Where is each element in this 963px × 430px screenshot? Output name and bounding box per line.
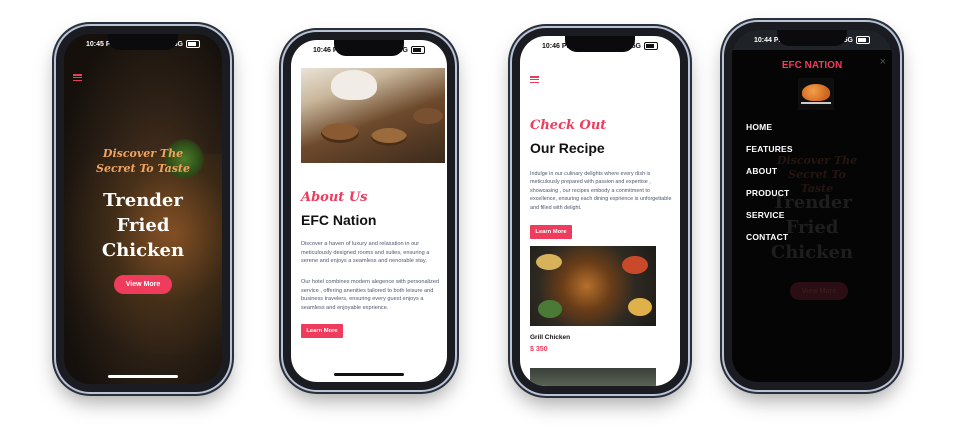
learn-more-button[interactable]: Learn More: [530, 225, 572, 239]
learn-more-button[interactable]: Learn More: [301, 324, 343, 338]
dish-bowl-shape: [536, 254, 562, 270]
phone-home-screen: 10:45 PM 5G Discover The Secret To Taste…: [56, 26, 230, 392]
section-title: EFC Nation: [301, 212, 377, 228]
hero-heading: Trender Fried Chicken: [101, 190, 185, 261]
battery-icon: [186, 40, 200, 48]
menu-item-service[interactable]: SERVICE: [746, 210, 785, 220]
battery-icon: [644, 42, 658, 50]
recipe-screen: 10:46 PM 5G Check Out Our Recipe Indulge…: [520, 36, 680, 386]
menu-item-product[interactable]: PRODUCT: [746, 188, 789, 198]
brand-title: EFC NATION: [781, 60, 843, 71]
section-label: About Us: [301, 190, 368, 205]
plate-shape: [371, 128, 407, 146]
phone-about-screen: 10:46 PM 5G About Us EFC Nation Discover…: [283, 32, 455, 390]
home-screen: 10:45 PM 5G Discover The Secret To Taste…: [64, 34, 222, 384]
hero-tagline: Discover The Secret To Taste: [96, 147, 190, 175]
plate-shape: [413, 108, 443, 124]
section-label: Check Out: [530, 118, 607, 133]
home-indicator: [108, 375, 178, 378]
grill-chicken-image[interactable]: [530, 246, 656, 326]
section-title: Our Recipe: [530, 140, 605, 156]
phone-notch: [565, 36, 635, 52]
recipe-paragraph: Indulge in our culinary delights where e…: [530, 171, 672, 211]
hamburger-menu-icon[interactable]: [73, 74, 82, 82]
plate-line: [801, 102, 831, 104]
dish-bowl-shape: [628, 298, 652, 316]
menu-item-home[interactable]: HOME: [746, 122, 772, 132]
recipe-item-name: Grill Chicken: [530, 334, 571, 341]
next-recipe-image[interactable]: [530, 368, 656, 386]
battery-icon: [856, 36, 870, 44]
phone-notch: [108, 34, 178, 50]
home-indicator: [334, 373, 404, 376]
about-paragraph-2: Our hotel combines modern alegence with …: [301, 279, 440, 311]
hamburger-menu-icon[interactable]: [530, 76, 539, 84]
menu-screen: 10:44 PM 5G Discover The Secret To Taste…: [732, 30, 892, 382]
plate-shape: [321, 123, 359, 143]
phone-menu-screen: 10:44 PM 5G Discover The Secret To Taste…: [724, 22, 900, 390]
recipe-item-price: $ 350: [530, 346, 548, 353]
menu-item-about[interactable]: ABOUT: [746, 166, 777, 176]
close-icon[interactable]: ×: [880, 56, 886, 68]
ghost-view-more-button: View More: [790, 282, 848, 300]
menu-item-features[interactable]: FEATURES: [746, 144, 793, 154]
view-more-button[interactable]: View More: [114, 275, 172, 294]
menu-item-contact[interactable]: CONTACT: [746, 232, 788, 242]
dish-bowl-shape: [622, 256, 648, 274]
roast-chicken-icon: [802, 84, 830, 101]
about-screen: 10:46 PM 5G About Us EFC Nation Discover…: [291, 40, 447, 382]
chef-plating-image: [301, 68, 445, 163]
dish-bowl-shape: [538, 300, 562, 318]
about-paragraph-1: Discover a haven of luxury and relaxatio…: [301, 241, 430, 265]
ghost-hero-heading: Trender Fried Chicken: [770, 192, 854, 263]
phone-notch: [777, 30, 847, 46]
chicken-logo: [798, 78, 834, 110]
battery-icon: [411, 46, 425, 54]
chef-hand-shape: [331, 70, 377, 100]
phone-recipe-screen: 10:46 PM 5G Check Out Our Recipe Indulge…: [512, 28, 688, 394]
phone-notch: [334, 40, 404, 56]
